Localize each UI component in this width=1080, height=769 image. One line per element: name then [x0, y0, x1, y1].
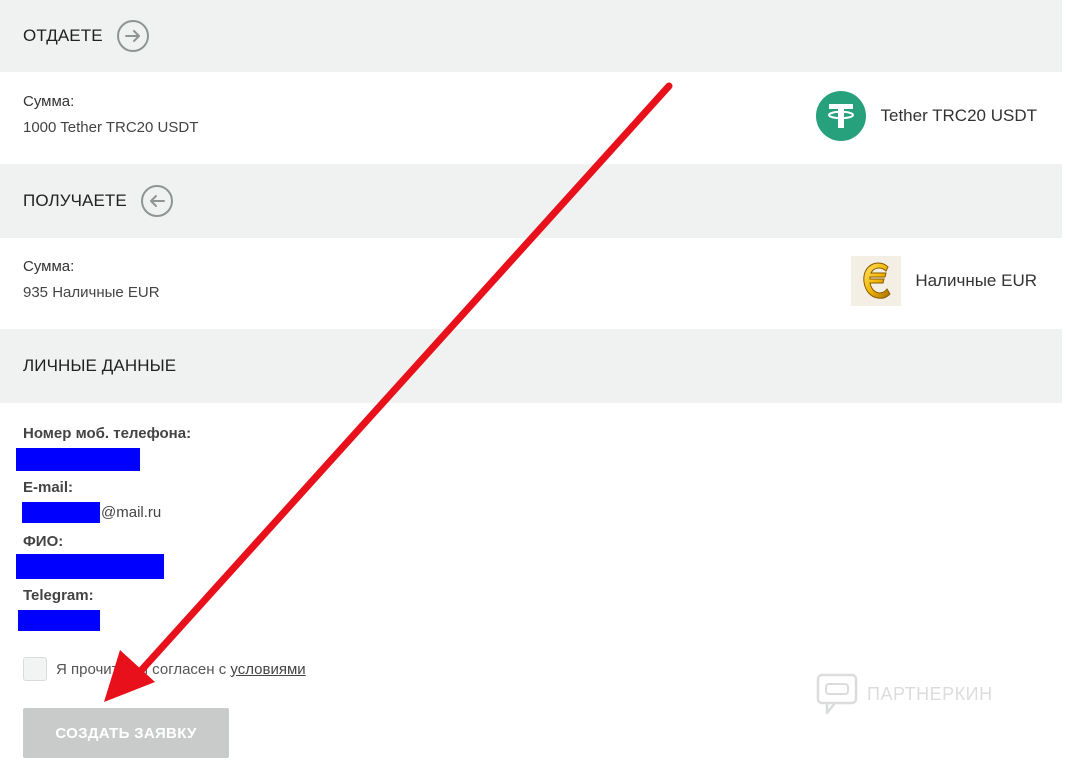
give-section-header: ОТДАЕТЕ [0, 0, 1062, 72]
give-section-title: ОТДАЕТЕ [23, 26, 103, 45]
receive-amount-value: 935 Наличные EUR [23, 284, 160, 301]
phone-label: Номер моб. телефона: [23, 425, 192, 442]
give-currency-name: Tether TRC20 USDT [880, 106, 1037, 125]
receive-amount-row: Сумма: 935 Наличные EUR Наличные EUR [0, 238, 1062, 329]
agreement-text-prefix: Я прочитал и согласен с [56, 660, 231, 678]
agreement-checkbox[interactable] [23, 657, 47, 681]
give-currency: Tether TRC20 USDT [816, 91, 1037, 141]
arrow-right-circle-icon [116, 20, 149, 52]
give-amount-label: Сумма: [23, 93, 75, 110]
receive-currency-name: Наличные EUR [915, 271, 1037, 290]
personal-section-header: ЛИЧНЫЕ ДАННЫЕ [0, 329, 1062, 403]
telegram-label: Telegram: [23, 587, 94, 604]
personal-section-title: ЛИЧНЫЕ ДАННЫЕ [23, 356, 177, 375]
give-amount-row: Сумма: 1000 Tether TRC20 USDT Tether TRC… [0, 72, 1062, 164]
email-domain: @mail.ru [101, 504, 162, 521]
fio-value-redacted [16, 554, 164, 579]
partnerkin-logo-icon [816, 673, 858, 715]
agreement-text: Я прочитал и согласен с условиями [56, 661, 306, 678]
phone-value-redacted [16, 448, 140, 471]
agreement-row: Я прочитал и согласен с условиями [23, 657, 306, 681]
arrow-left-circle-icon [140, 185, 173, 217]
terms-link[interactable]: условиями [230, 661, 305, 678]
tether-logo-icon [816, 91, 867, 141]
give-amount-value: 1000 Tether TRC20 USDT [23, 119, 199, 136]
telegram-value-redacted [18, 610, 100, 631]
fio-label: ФИО: [23, 533, 64, 550]
euro-coin-icon [851, 256, 902, 306]
receive-amount-label: Сумма: [23, 258, 75, 275]
exchange-form-page: ОТДАЕТЕ Сумма: 1000 Tether TRC20 USDT Te… [0, 0, 1080, 769]
partnerkin-watermark: ПАРТНЕРКИН [815, 672, 993, 716]
receive-section-title: ПОЛУЧАЕТЕ [23, 191, 127, 210]
watermark-text: ПАРТНЕРКИН [867, 683, 993, 704]
create-request-button[interactable]: СОЗДАТЬ ЗАЯВКУ [23, 708, 229, 758]
email-label: E-mail: [23, 479, 74, 496]
email-value-redacted [22, 502, 100, 523]
receive-currency: Наличные EUR [851, 256, 1037, 306]
receive-section-header: ПОЛУЧАЕТЕ [0, 164, 1062, 238]
